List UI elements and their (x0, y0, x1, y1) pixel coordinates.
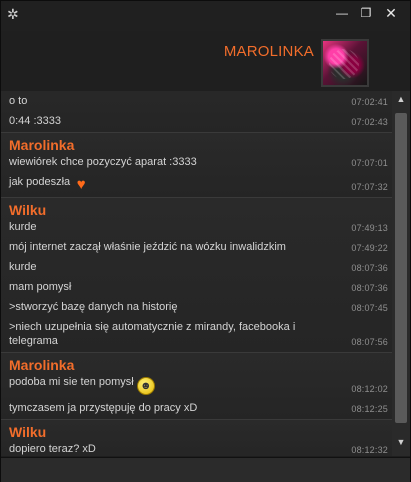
message-text: >niech uzupełnia się automatycznie z mir… (9, 321, 296, 347)
message-text: kurde (9, 221, 37, 233)
message-timestamp: 07:02:43 (351, 117, 388, 127)
message-row: 0:44 :3333 07:02:43 (1, 112, 392, 132)
message-timestamp: 07:07:01 (351, 158, 388, 168)
close-button[interactable]: ✕ (382, 5, 400, 21)
contact-header: MAROLINKA (1, 31, 410, 91)
message-list: Wilku o to 07:02:41 0:44 :3333 07:02:43 Marol… (1, 71, 392, 456)
message-history: Wilku o to 07:02:41 0:44 :3333 07:02:43 Marol… (1, 71, 392, 456)
contact-name: MAROLINKA (223, 43, 314, 60)
message-text: wiewiórek chce pozyczyć aparat :3333 (9, 156, 197, 168)
message-row: tymczasem ja przystępuję do pracy xD 08:1… (1, 399, 392, 419)
message-row: podoba mi sie ten pomysł ☻ 08:12:02 (1, 373, 392, 399)
message-timestamp: 08:07:56 (351, 337, 388, 347)
message-text: o to (9, 95, 28, 107)
scrollbar[interactable]: ▲ ▼ (392, 91, 410, 456)
message-timestamp: 07:07:32 (351, 182, 388, 192)
message-timestamp: 07:02:41 (351, 97, 388, 107)
message-timestamp: 08:12:32 (351, 445, 388, 455)
message-row: mam pomysł 08:07:36 (1, 278, 392, 298)
message-text: tymczasem ja przystępuję do pracy xD (9, 402, 198, 414)
message-row: dopiero teraz? xD 08:12:32 (1, 440, 392, 456)
message-row: mój internet zaczął właśnie jeździć na w… (1, 238, 392, 258)
avatar[interactable] (321, 39, 369, 87)
message-timestamp: 08:07:36 (351, 263, 388, 273)
scroll-down-arrow-icon[interactable]: ▼ (392, 434, 410, 450)
message-text: kurde (9, 261, 37, 273)
message-row: wiewiórek chce pozyczyć aparat :3333 07:0… (1, 153, 392, 173)
heart-icon: ♥ (76, 176, 86, 193)
title-bar[interactable]: ✲ — ❐ ✕ (1, 1, 410, 31)
minimize-button[interactable]: — (333, 5, 351, 21)
message-row: o to 07:02:41 (1, 92, 392, 112)
message-group: Wilku dopiero teraz? xD 08:12:32 (1, 419, 392, 456)
gear-icon[interactable]: ✲ (7, 7, 21, 21)
message-input[interactable] (1, 458, 410, 482)
message-group: Wilku kurde 07:49:13 mój internet zaczął wł… (1, 197, 392, 352)
message-text: mam pomysł (9, 281, 72, 293)
message-row: jak podeszła ♥ 07:07:32 (1, 173, 392, 197)
message-timestamp: 08:07:45 (351, 303, 388, 313)
maximize-button[interactable]: ❐ (357, 5, 375, 21)
message-text: podoba mi sie ten pomysł (9, 376, 134, 388)
sender-name: Wilku (9, 202, 47, 218)
sender-name: Marolinka (9, 137, 75, 153)
message-text: jak podeszła (9, 176, 71, 188)
message-timestamp: 08:12:25 (351, 404, 388, 414)
message-row: kurde 07:49:13 (1, 218, 392, 238)
message-text: dopiero teraz? xD (9, 443, 96, 455)
sender-name: Wilku (9, 424, 47, 440)
message-timestamp: 08:07:36 (351, 283, 388, 293)
message-text: >stworzyć bazę danych na historię (9, 301, 178, 313)
message-timestamp: 08:12:02 (351, 384, 388, 394)
message-row: >stworzyć bazę danych na historię 08:07:4… (1, 298, 392, 318)
chat-window: ✲ — ❐ ✕ Wilku o to 07:02:41 0:44 :3333 07:02… (0, 0, 411, 482)
message-group: Marolinka wiewiórek chce pozyczyć aparat … (1, 132, 392, 197)
message-timestamp: 07:49:22 (351, 243, 388, 253)
message-group: Marolinka podoba mi sie ten pomysł ☻ 08:12:… (1, 352, 392, 419)
message-row: >niech uzupełnia się automatycznie z mir… (1, 318, 392, 352)
sender-name: Marolinka (9, 357, 75, 373)
scroll-thumb[interactable] (395, 113, 407, 423)
message-input-bar (1, 457, 410, 482)
message-text: 0:44 :3333 (9, 115, 61, 127)
scroll-up-arrow-icon[interactable]: ▲ (392, 91, 410, 107)
message-timestamp: 07:49:13 (351, 223, 388, 233)
message-text: mój internet zaczął właśnie jeździć na w… (9, 241, 286, 253)
message-row: kurde 08:07:36 (1, 258, 392, 278)
grin-icon: ☻ (136, 377, 155, 395)
